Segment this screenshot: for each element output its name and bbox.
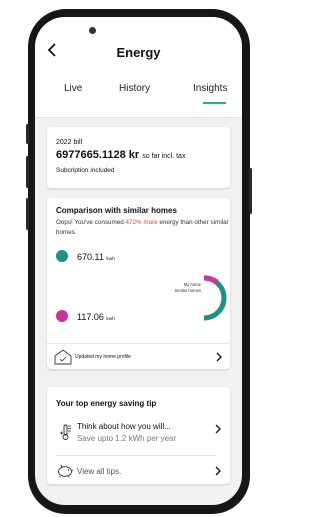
tab-live[interactable]: Live xyxy=(64,83,82,94)
page-title: Energy xyxy=(116,45,161,60)
tip-card-title: Your top energy saving tip xyxy=(56,399,157,408)
update-profile-link[interactable]: Updated my home profile xyxy=(75,354,131,360)
my-home-value-number: 670.11 xyxy=(77,252,104,262)
piggy-bank-icon xyxy=(58,464,74,478)
comparison-title: Comparison with similar homes xyxy=(56,206,177,215)
comparison-highlight: 472% more xyxy=(125,219,158,226)
tab-bar: Live History Insights xyxy=(35,83,242,104)
comparison-card: Comparison with similar homes Oops! You'… xyxy=(47,198,230,369)
chevron-right-icon xyxy=(215,466,221,476)
similar-homes-unit: kwh xyxy=(106,317,115,322)
view-all-tips-link[interactable]: View all tips. xyxy=(77,467,121,476)
app-screen: Energy Live History Insights 2022 bill 6… xyxy=(35,17,242,505)
house-icon xyxy=(54,349,72,365)
comparison-text-before: Oops! You've consumed xyxy=(56,219,126,226)
similar-homes-legend-dot xyxy=(56,310,68,322)
phone-side-button xyxy=(26,198,29,230)
chevron-right-icon xyxy=(215,424,221,434)
tip-subtitle: Save upto 1.2 kWh per year xyxy=(77,434,177,443)
app-header: Energy Live History Insights xyxy=(35,17,242,118)
similar-homes-value-number: 117.06 xyxy=(77,312,104,322)
bill-amount-line: 6977665.1128 kr so far incl. tax xyxy=(56,149,185,161)
phone-side-button xyxy=(26,156,29,188)
bill-card[interactable]: 2022 bill 6977665.1128 kr so far incl. t… xyxy=(47,127,230,188)
my-home-value: 670.11 kwh xyxy=(77,252,115,262)
similar-homes-value: 117.06 kwh xyxy=(77,312,115,322)
tab-insights[interactable]: Insights xyxy=(193,83,227,94)
update-profile-row[interactable]: Updated my home profile xyxy=(47,343,230,370)
bill-year-label: 2022 bill xyxy=(56,139,83,146)
comparison-donut-chart xyxy=(203,275,227,321)
thermometer-icon xyxy=(60,424,71,440)
donut-arc-my-home xyxy=(203,275,227,321)
chevron-right-icon xyxy=(216,352,222,362)
tip-divider xyxy=(56,455,216,456)
bill-amount: 6977665.1128 kr xyxy=(56,149,140,161)
tip-title: Think about how you will... xyxy=(77,422,171,431)
my-home-legend-dot xyxy=(56,250,68,262)
tab-history[interactable]: History xyxy=(119,83,150,94)
subscription-note: Subcription included xyxy=(56,167,115,174)
phone-side-button xyxy=(249,168,252,214)
camera-icon xyxy=(89,27,96,34)
tab-active-indicator xyxy=(203,102,226,104)
energy-tip-card: Your top energy saving tip Think about h… xyxy=(47,387,230,484)
bill-amount-suffix: so far incl. tax xyxy=(142,153,186,160)
comparison-description: Oops! You've consumed 472% more energy t… xyxy=(56,218,232,238)
phone-side-button xyxy=(26,124,29,144)
my-home-unit: kwh xyxy=(106,257,115,262)
